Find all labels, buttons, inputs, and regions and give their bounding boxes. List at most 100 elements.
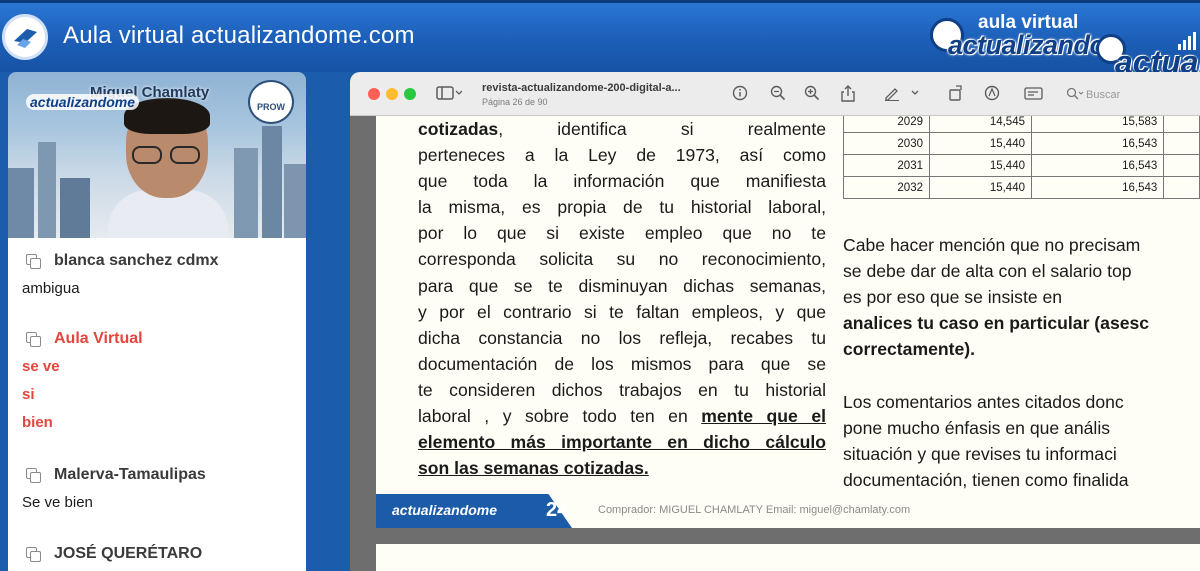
sidebar-icon[interactable] [436, 85, 463, 105]
document-text: , identifica si realmente [498, 119, 826, 139]
right-column-text: Cabe hacer mención que no precisam se deb… [843, 232, 1200, 493]
top-header: Aula virtual actualizandome.com aula vir… [0, 0, 1200, 80]
pdf-viewer-window: revista-actualizandome-200-digital-a... … [350, 72, 1200, 571]
webcam-video: Miguel Chamlaty actualizandome PROW [8, 72, 306, 238]
document-text: son las semanas cotizadas. [418, 458, 649, 479]
chat-author: blanca sanchez cdmx [26, 252, 219, 270]
document-line: que toda la información que manifiesta [418, 168, 826, 194]
highlight-icon[interactable] [984, 85, 1000, 105]
left-panel: Miguel Chamlaty actualizandome PROW blan… [0, 72, 316, 571]
document-text: situación y que revises tu informaci [843, 443, 1117, 464]
document-line: te consideren dichos trabajos en tu hist… [418, 377, 826, 403]
chat-text: ambigua [22, 280, 80, 297]
markup-icon[interactable] [884, 85, 920, 105]
document-line: dicha constancia no los refleja, recabes… [418, 325, 826, 351]
table-cell: 16,543 [1030, 154, 1165, 177]
table-row: 2031 15,440 16,543 [843, 154, 1200, 177]
document-line: Cabe hacer mención que no precisam [843, 232, 1200, 258]
chat-text: si [22, 386, 35, 403]
document-text: correctamente). [843, 339, 976, 360]
chat-author: Malerva-Tamaulipas [26, 466, 206, 484]
header-divider [0, 0, 1200, 3]
close-window-button[interactable] [368, 88, 380, 100]
document-line: son las semanas cotizadas. [418, 455, 826, 481]
chat-panel[interactable]: blanca sanchez cdmx ambigua Aula Virtual… [8, 238, 306, 571]
document-text: elemento más importante en dicho cálculo [418, 432, 826, 453]
next-document-page[interactable] [376, 544, 1200, 571]
minimize-window-button[interactable] [386, 88, 398, 100]
maximize-window-button[interactable] [404, 88, 416, 100]
document-text: mente que el [701, 406, 826, 427]
document-line: y por el contrario si te faltan empleos,… [418, 299, 826, 325]
document-line [843, 362, 1200, 388]
document-text: laboral , y sobre todo ten en [418, 406, 702, 427]
document-line: analices tu caso en particular (asesc [843, 310, 1200, 336]
document-text: es por eso que se insiste en [843, 287, 1063, 308]
table-cell: 16,543 [1030, 176, 1165, 199]
table-cell: 2031 [843, 154, 930, 177]
document-text: se debe dar de alta con el salario top [843, 261, 1132, 282]
document-text: y por el contrario si te faltan empleos,… [418, 301, 826, 322]
page-footer: actualizandome 24 Comprador: MIGUEL CHAM… [376, 494, 1200, 528]
zoom-in-icon[interactable] [804, 85, 820, 105]
chat-text: bien [22, 414, 53, 431]
table-row: 2030 15,440 16,543 [843, 132, 1200, 155]
document-text: la misma, es propia de tu historial labo… [418, 197, 826, 218]
signal-bars-icon [1178, 32, 1196, 50]
copy-icon[interactable] [26, 547, 41, 562]
document-page[interactable]: cotizadas, identifica si realmente perten… [376, 116, 1200, 528]
table-cell: 14,545 [929, 116, 1032, 133]
chat-text: se ve [22, 358, 60, 375]
brand-logo: aula virtual actualizando actual [930, 8, 1200, 80]
document-text: por lo que si existe empleo que no te [418, 223, 826, 244]
table-cell: 15,583 [1030, 116, 1165, 133]
document-text: pone mucho énfasis en que anális [843, 417, 1111, 438]
zoom-out-icon[interactable] [770, 85, 786, 105]
document-line: pone mucho énfasis en que anális [843, 415, 1200, 441]
page-indicator: Página 26 de 90 [482, 97, 548, 107]
table-cell [1163, 176, 1200, 199]
document-text: que toda la información que manifiesta [418, 171, 826, 192]
document-line: documentación, tienen como finalida [843, 467, 1200, 493]
info-icon[interactable] [732, 85, 748, 105]
table-cell [1163, 132, 1200, 155]
copy-icon[interactable] [26, 468, 41, 483]
search-field[interactable]: Buscar [1062, 84, 1200, 106]
document-title: revista-actualizandome-200-digital-a... [482, 82, 681, 94]
rotate-icon[interactable] [948, 85, 964, 105]
document-line: se debe dar de alta con el salario top [843, 258, 1200, 284]
document-text: analices tu caso en particular (asesc [843, 313, 1150, 334]
table-cell: 2029 [843, 116, 930, 133]
document-line: correctamente). [843, 336, 1200, 362]
document-text: dicha constancia no los refleja, recabes… [418, 327, 826, 348]
chat-author: JOSÉ QUERÉTARO [26, 545, 202, 563]
table-cell: 2030 [843, 132, 930, 155]
document-text: Los comentarios antes citados donc [843, 391, 1124, 412]
document-line: situación y que revises tu informaci [843, 441, 1200, 467]
document-line: cotizadas, identifica si realmente [418, 116, 826, 142]
document-text: documentación, tienen como finalida [843, 469, 1129, 490]
document-line: la misma, es propia de tu historial labo… [418, 194, 826, 220]
share-icon[interactable] [840, 85, 856, 107]
table-cell [1163, 154, 1200, 177]
app-logo-icon [2, 14, 48, 60]
document-text: perteneces a la Ley de 1973, así como [418, 145, 826, 166]
search-icon [1066, 87, 1084, 104]
table-row: 2032 15,440 16,543 [843, 176, 1200, 199]
presenter [108, 98, 228, 238]
document-text: cotizadas [418, 119, 499, 139]
document-line: es por eso que se insiste en [843, 284, 1200, 310]
brand-main-text: actualizando [948, 30, 1106, 60]
document-line: por lo que si existe empleo que no te [418, 220, 826, 246]
table-cell: 15,440 [929, 132, 1032, 155]
viewer-toolbar: revista-actualizandome-200-digital-a... … [350, 72, 1200, 116]
chat-text: Se ve bien [22, 494, 93, 511]
document-text: corresponda solicita su no reconocimient… [418, 249, 826, 270]
footer-logo: actualizandome [376, 494, 572, 528]
document-line: laboral , y sobre todo ten en mente que … [418, 403, 826, 429]
chat-author: Aula Virtual [26, 330, 143, 348]
copy-icon[interactable] [26, 332, 41, 347]
app-title: Aula virtual actualizandome.com [63, 22, 415, 49]
copy-icon[interactable] [26, 254, 41, 269]
form-icon[interactable] [1024, 85, 1044, 105]
